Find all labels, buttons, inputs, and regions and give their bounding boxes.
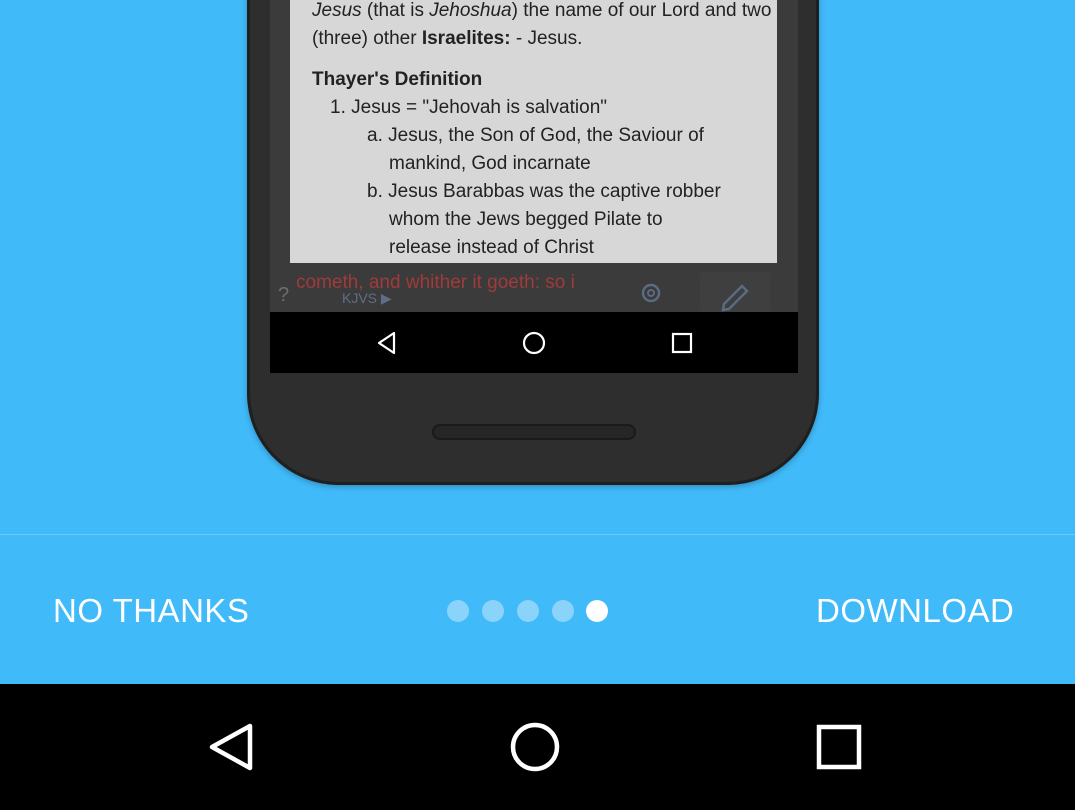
- definition-subitem: a. Jesus, the Son of God, the Saviour of: [367, 125, 704, 146]
- definition-subitem: b. Jesus Barabbas was the captive robber: [367, 181, 721, 202]
- onboarding-screen: cometh, and whither it goeth: so i ? KJV…: [0, 0, 1075, 684]
- page-dot: [552, 600, 574, 622]
- definition-heading: Thayer's Definition: [312, 69, 483, 90]
- intro-bold-word: Israelites:: [421, 28, 511, 49]
- app-content: cometh, and whither it goeth: so i ? KJV…: [270, 0, 798, 312]
- divider: [0, 534, 1075, 535]
- phone-navigation-bar: [270, 312, 798, 373]
- definition-popup: Jesus (that is Jehoshua) the name of our…: [290, 0, 777, 263]
- home-circle-icon: [521, 330, 547, 361]
- no-thanks-button[interactable]: NO THANKS: [53, 592, 249, 630]
- back-button[interactable]: [188, 702, 278, 792]
- phone-speaker-grille: [432, 424, 636, 440]
- home-circle-icon: [510, 722, 560, 772]
- definition-intro: Jesus (that is Jehoshua) the name of our…: [312, 0, 772, 53]
- edit-button: [700, 272, 770, 312]
- definition-subitem-continued: whom the Jews begged Pilate to: [389, 209, 663, 230]
- page-dot-active: [586, 600, 608, 622]
- phone-screen: cometh, and whither it goeth: so i ? KJV…: [270, 0, 798, 373]
- intro-name: Jesus: [312, 0, 362, 21]
- recents-square-icon: [816, 724, 862, 770]
- back-triangle-icon: [374, 330, 400, 361]
- page-dot: [482, 600, 504, 622]
- intro-text-3: - Jesus.: [510, 28, 583, 49]
- system-navigation-bar: [0, 684, 1075, 810]
- definition-subitem-continued: release instead of Christ: [389, 237, 594, 258]
- download-button[interactable]: DOWNLOAD: [816, 592, 1014, 630]
- gear-icon: [638, 280, 664, 312]
- home-button[interactable]: [490, 702, 580, 792]
- help-icon: ?: [278, 284, 290, 306]
- page-dot: [517, 600, 539, 622]
- background-verse-text: cometh, and whither it goeth: so i: [296, 272, 575, 293]
- definition-item: 1. Jesus = "Jehovah is salvation": [330, 97, 608, 118]
- intro-alt-name: Jehoshua: [429, 0, 512, 21]
- back-triangle-icon: [209, 723, 253, 771]
- page-dot: [447, 600, 469, 622]
- intro-text-1: (that is: [361, 0, 430, 21]
- recents-button[interactable]: [794, 702, 884, 792]
- recents-square-icon: [669, 330, 695, 361]
- definition-subitem-continued: mankind, God incarnate: [389, 153, 591, 174]
- version-label: KJVS ▶: [342, 290, 392, 306]
